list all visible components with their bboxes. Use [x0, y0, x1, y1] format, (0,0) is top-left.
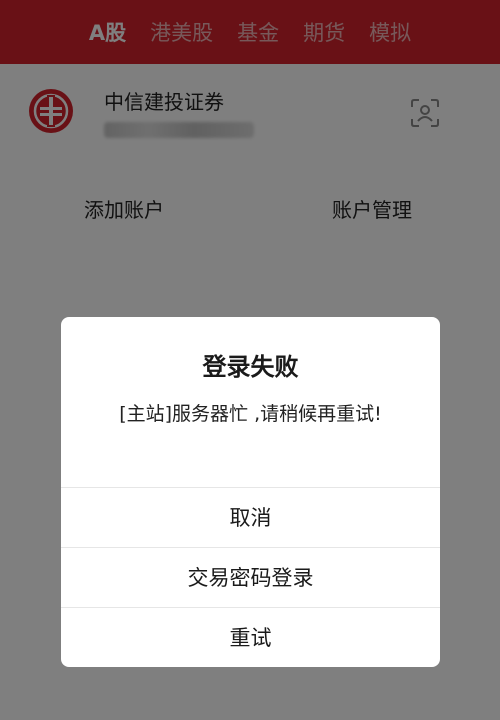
retry-button[interactable]: 重试 — [61, 607, 440, 667]
dialog-title: 登录失败 — [202, 353, 299, 381]
login-failed-dialog: 登录失败 [主站]服务器忙 ,请稍候再重试! 取消 交易密码登录 重试 — [61, 317, 440, 667]
cancel-button[interactable]: 取消 — [61, 487, 440, 548]
dialog-message: [主站]服务器忙 ,请稍候再重试! — [119, 403, 382, 425]
password-login-button[interactable]: 交易密码登录 — [61, 547, 440, 608]
